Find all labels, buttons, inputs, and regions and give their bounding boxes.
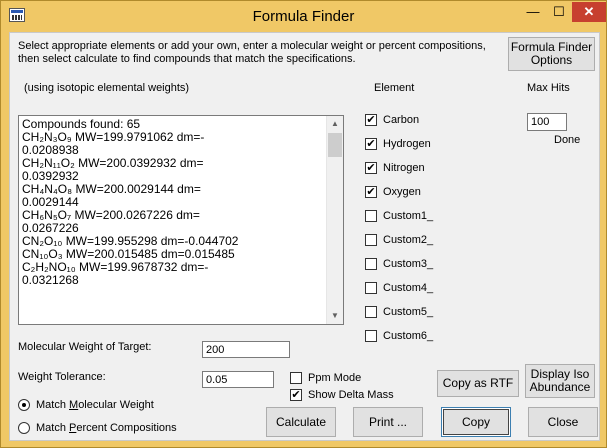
match-percent-compositions-radio[interactable] <box>18 422 30 434</box>
close-button[interactable]: Close <box>528 407 598 437</box>
print-button[interactable]: Print ... <box>353 407 423 437</box>
element-label: Carbon <box>383 114 420 126</box>
done-label: Done <box>554 134 581 146</box>
element-checkbox-carbon[interactable]: ✔ Carbon <box>365 112 475 128</box>
copy-button[interactable]: Copy <box>441 407 511 437</box>
checkbox-box[interactable] <box>365 330 377 342</box>
element-checkbox-custom2[interactable]: Custom2_ <box>365 232 475 248</box>
checkbox-box[interactable] <box>365 306 377 318</box>
checkbox-box[interactable]: ✔ <box>365 186 377 198</box>
max-hits-header: Max Hits <box>527 82 570 94</box>
match-molecular-weight-label: Match Molecular Weight <box>36 399 154 411</box>
element-label: Nitrogen <box>383 162 425 174</box>
element-label: Custom5_ <box>383 306 434 318</box>
element-checkbox-custom1[interactable]: Custom1_ <box>365 208 475 224</box>
results-text: Compounds found: 65 CH₂N₃O₉ MW=199.979106… <box>22 118 322 287</box>
element-checkbox-custom4[interactable]: Custom4_ <box>365 280 475 296</box>
results-scrollbar[interactable]: ▲ ▼ <box>326 116 343 324</box>
maximize-button[interactable]: ☐ <box>546 2 572 22</box>
element-label: Custom3_ <box>383 258 434 270</box>
formula-finder-options-button[interactable]: Formula Finder Options <box>508 37 595 71</box>
checkbox-box[interactable]: ✔ <box>365 162 377 174</box>
instructions-text: Select appropriate elements or add your … <box>18 40 486 65</box>
element-checkbox-custom6[interactable]: Custom6_ <box>365 328 475 344</box>
copy-as-rtf-button[interactable]: Copy as RTF <box>437 370 519 397</box>
display-iso-abundance-button[interactable]: Display Iso Abundance <box>525 364 595 398</box>
tolerance-input[interactable]: 0.05 <box>202 371 274 388</box>
ppm-mode-label: Ppm Mode <box>308 372 362 384</box>
show-delta-label: Show Delta Mass <box>308 389 394 401</box>
match-molecular-weight-radio[interactable] <box>18 399 30 411</box>
match-percent-compositions-label: Match Percent Compositions <box>36 422 177 434</box>
client-area: Select appropriate elements or add your … <box>9 32 600 441</box>
max-hits-input[interactable]: 100 <box>527 113 567 131</box>
element-checkbox-oxygen[interactable]: ✔ Oxygen <box>365 184 475 200</box>
element-checkbox-custom5[interactable]: Custom5_ <box>365 304 475 320</box>
display-iso-line2: Abundance <box>529 380 591 394</box>
checkbox-box[interactable]: ✔ <box>365 138 377 150</box>
checkbox-box[interactable]: ✔ <box>365 114 377 126</box>
window-title: Formula Finder <box>252 8 355 25</box>
element-label: Custom1_ <box>383 210 434 222</box>
title-bar[interactable]: Formula Finder — ☐ ✕ <box>1 1 606 31</box>
ppm-mode-box[interactable] <box>290 372 302 384</box>
element-header: Element <box>374 82 415 94</box>
element-checkbox-nitrogen[interactable]: ✔ Nitrogen <box>365 160 475 176</box>
show-delta-box[interactable]: ✔ <box>290 389 302 401</box>
tolerance-label: Weight Tolerance: <box>18 371 106 383</box>
radio-mw-accel: M <box>69 399 79 411</box>
minimize-button[interactable]: — <box>520 2 546 22</box>
radio-pc-pre: Match <box>36 422 70 434</box>
element-label: Oxygen <box>383 186 421 198</box>
radio-mw-pre: Match <box>36 399 70 411</box>
element-label: Custom4_ <box>383 282 434 294</box>
target-weight-input[interactable]: 200 <box>202 341 290 358</box>
element-label: Custom2_ <box>383 234 434 246</box>
scroll-up-icon[interactable]: ▲ <box>327 116 343 132</box>
element-label: Hydrogen <box>383 138 431 150</box>
scroll-thumb[interactable] <box>328 133 342 157</box>
checkbox-box[interactable] <box>365 258 377 270</box>
element-label: Custom6_ <box>383 330 434 342</box>
calculate-button[interactable]: Calculate <box>266 407 336 437</box>
close-window-button[interactable]: ✕ <box>572 2 606 22</box>
element-checkbox-hydrogen[interactable]: ✔ Hydrogen <box>365 136 475 152</box>
checkbox-box[interactable] <box>365 234 377 246</box>
ppm-mode-checkbox[interactable]: Ppm Mode <box>290 370 400 386</box>
radio-mw-post: olecular Weight <box>78 399 154 411</box>
radio-pc-post: ercent Compositions <box>76 422 177 434</box>
options-button-line2: Options <box>530 53 573 67</box>
checkbox-box[interactable] <box>365 210 377 222</box>
results-list[interactable]: Compounds found: 65 CH₂N₃O₉ MW=199.979106… <box>18 115 344 325</box>
element-checkbox-custom3[interactable]: Custom3_ <box>365 256 475 272</box>
show-delta-mass-checkbox[interactable]: ✔ Show Delta Mass <box>290 387 420 403</box>
checkbox-box[interactable] <box>365 282 377 294</box>
isotopic-note: (using isotopic elemental weights) <box>24 82 190 94</box>
scroll-down-icon[interactable]: ▼ <box>327 308 343 324</box>
result-line: 0.0321268 <box>22 273 79 287</box>
formula-finder-window: Formula Finder — ☐ ✕ Select appropriate … <box>0 0 607 448</box>
target-label: Molecular Weight of Target: <box>18 341 152 353</box>
